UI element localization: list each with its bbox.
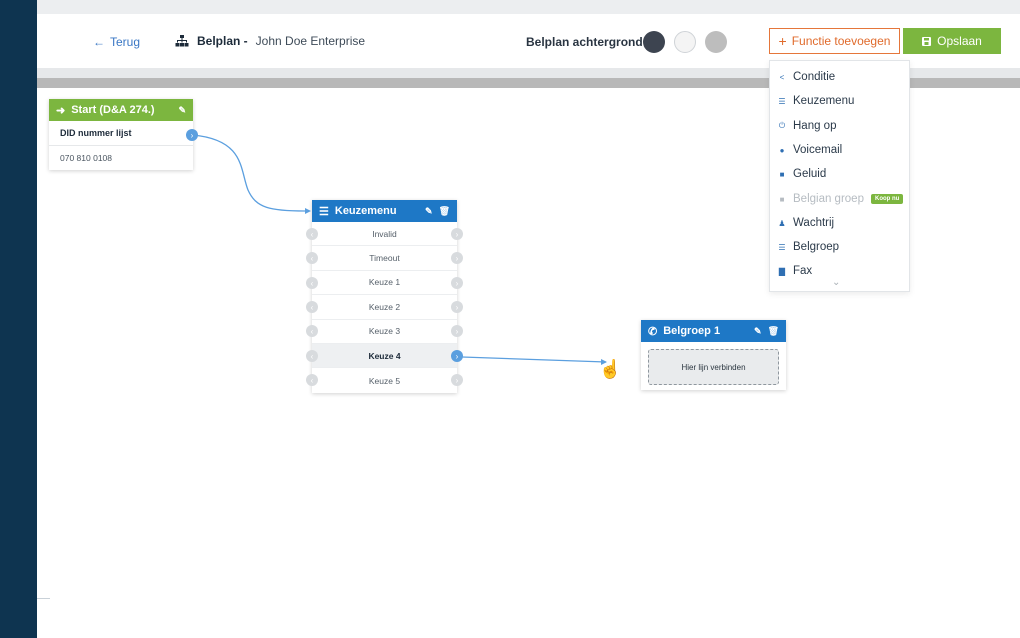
menu-option[interactable]: Keuze 5 <box>312 368 457 392</box>
output-port[interactable]: › <box>451 252 463 264</box>
list-icon: ☰ <box>778 96 786 106</box>
output-port[interactable]: › <box>451 301 463 313</box>
output-port[interactable]: › <box>451 325 463 337</box>
dropdown-item-hang-op[interactable]: ⏻ Hang op <box>778 117 837 135</box>
top-strip <box>37 0 1020 14</box>
dropdown-item-conditie[interactable]: < Conditie <box>778 68 836 86</box>
company-name: John Doe Enterprise <box>255 34 366 48</box>
back-button[interactable]: ← Terug <box>93 35 140 49</box>
dropdown-item-label: Belgian groep <box>793 193 864 205</box>
menu-option-active[interactable]: Keuze 4 <box>312 343 457 369</box>
swatch-grey[interactable] <box>705 31 727 53</box>
swatch-dark[interactable] <box>643 31 665 53</box>
background-label: Belplan achtergrond <box>526 35 643 49</box>
keuzemenu-node[interactable]: ☰ Keuzemenu ✎ 🗑 Invalid Timeout Keuze 1 … <box>312 200 457 393</box>
list-icon: ☰ <box>319 205 329 218</box>
input-port[interactable]: ‹ <box>306 277 318 289</box>
fax-icon: ▇ <box>778 266 786 276</box>
menu-option[interactable]: Keuze 2 <box>312 295 457 320</box>
dropdown-item-label: Conditie <box>793 71 836 83</box>
file-audio-icon: ■ <box>779 169 785 179</box>
arrow-left-icon: ← <box>93 35 105 49</box>
dropdown-item-label: Geluid <box>793 168 827 180</box>
output-port[interactable]: › <box>451 374 463 386</box>
input-port[interactable]: ‹ <box>306 252 318 264</box>
floppy-icon <box>922 36 932 46</box>
belgroep-node[interactable]: ✆ Belgroep 1 ✎ 🗑 Hier lijn verbinden <box>641 320 786 390</box>
start-output-port[interactable]: › <box>186 129 198 141</box>
dropdown-item-label: Hang op <box>793 120 837 132</box>
input-port[interactable]: ‹ <box>306 374 318 386</box>
dropdown-item-label: Voicemail <box>793 144 843 156</box>
dropdown-item-belgroep[interactable]: ☰ Belgroep <box>778 238 839 256</box>
menu-option[interactable]: Keuze 3 <box>312 320 457 344</box>
back-label: Terug <box>110 35 141 49</box>
dropdown-item-wachtrij[interactable]: ♟ Wachtrij <box>778 214 834 232</box>
swatch-white[interactable] <box>674 31 696 53</box>
input-port[interactable]: ‹ <box>306 325 318 337</box>
save-label: Opslaan <box>937 34 982 48</box>
list-icon: ☰ <box>778 242 786 252</box>
keuzemenu-header: ☰ Keuzemenu ✎ 🗑 <box>312 200 457 222</box>
output-port-active[interactable]: › <box>451 350 463 362</box>
hand-cursor-icon: ☝ <box>599 359 622 379</box>
menu-option[interactable]: Timeout <box>312 246 457 271</box>
belgroep-title: Belgroep 1 <box>663 325 721 337</box>
wire-start-to-keuzemenu <box>192 134 306 212</box>
output-port[interactable]: › <box>451 277 463 289</box>
function-dropdown: < Conditie ☰ Keuzemenu ⏻ Hang op ● Voice… <box>769 60 910 292</box>
wire-keuze4-drag <box>461 356 607 363</box>
menu-option[interactable]: Keuze 1 <box>312 271 457 296</box>
dropdown-item-voicemail[interactable]: ● Voicemail <box>778 141 843 159</box>
dropdown-item-label: Keuzemenu <box>793 95 855 107</box>
sign-in-icon: ➜ <box>56 104 66 117</box>
sitemap-icon <box>175 35 189 47</box>
dropdown-item-belgian-groep: ■ Belgian groep Koop nu <box>778 190 904 208</box>
dropdown-item-label: Wachtrij <box>793 217 835 229</box>
file-icon: ■ <box>779 194 785 204</box>
users-icon: ♟ <box>778 218 786 228</box>
microphone-icon: ● <box>779 145 785 155</box>
dropdown-item-label: Fax <box>793 265 813 277</box>
phone-icon: ✆ <box>648 325 658 338</box>
add-function-label: Functie toevoegen <box>791 34 891 48</box>
start-node-header: ➜ Start (D&A 274.) ✎ <box>49 99 193 121</box>
share-icon: < <box>779 72 785 82</box>
power-icon: ⏻ <box>778 121 786 130</box>
plus-icon: + <box>778 33 787 49</box>
input-port[interactable]: ‹ <box>306 301 318 313</box>
wire-arrowhead <box>305 208 311 214</box>
trash-icon[interactable]: 🗑 <box>768 326 779 337</box>
save-button[interactable]: Opslaan <box>903 28 1001 54</box>
dropdown-item-keuzemenu[interactable]: ☰ Keuzemenu <box>778 92 854 110</box>
start-node[interactable]: ➜ Start (D&A 274.) ✎ DID nummer lijst 07… <box>49 99 193 170</box>
did-number: 070 810 0108 <box>60 153 112 163</box>
left-sidebar <box>0 0 37 638</box>
connect-drop-zone[interactable]: Hier lijn verbinden <box>648 349 779 385</box>
edit-icon[interactable]: ✎ <box>754 326 762 337</box>
page-title: Belplan - John Doe Enterprise <box>175 34 365 48</box>
chevron-down-icon[interactable]: ⌄ <box>832 277 840 288</box>
output-port[interactable]: › <box>451 228 463 240</box>
keuzemenu-title: Keuzemenu <box>334 205 397 217</box>
start-node-title: Start (D&A 274.) <box>71 104 155 116</box>
did-list-title: DID nummer lijst <box>49 121 193 146</box>
dropdown-item-geluid[interactable]: ■ Geluid <box>778 165 827 183</box>
input-port[interactable]: ‹ <box>306 350 318 362</box>
sidebar-divider <box>37 598 50 599</box>
trash-icon[interactable]: 🗑 <box>439 206 450 217</box>
dropdown-item-fax[interactable]: ▇ Fax <box>778 262 812 280</box>
edit-icon[interactable]: ✎ <box>178 105 186 116</box>
add-function-button[interactable]: + Functie toevoegen <box>769 28 900 54</box>
menu-option[interactable]: Invalid <box>312 222 457 247</box>
plan-label: Belplan - <box>197 34 248 48</box>
input-port[interactable]: ‹ <box>306 228 318 240</box>
edit-icon[interactable]: ✎ <box>425 206 433 217</box>
dropdown-item-label: Belgroep <box>793 241 840 253</box>
buy-now-badge[interactable]: Koop nu <box>870 194 904 204</box>
belgroep-header: ✆ Belgroep 1 ✎ 🗑 <box>641 320 786 342</box>
